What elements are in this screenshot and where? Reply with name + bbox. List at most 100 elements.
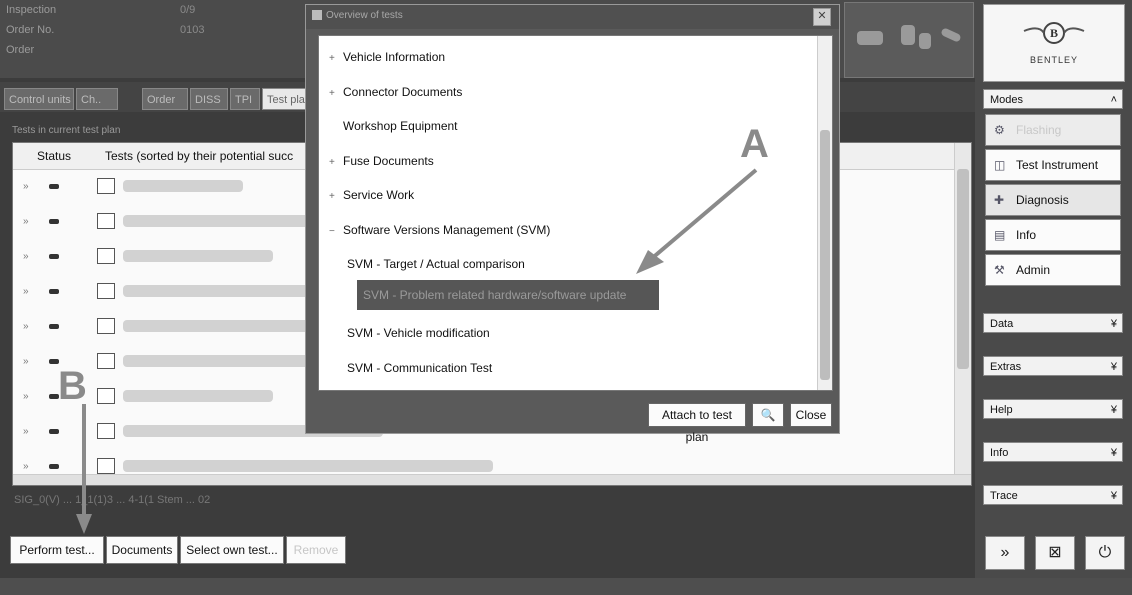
test-checkbox[interactable] (97, 388, 115, 404)
extras-panel-header[interactable]: Extras ¥ (983, 356, 1123, 376)
dialog-close-icon[interactable]: ✕ (813, 8, 831, 26)
perform-test-button[interactable]: Perform test... (10, 536, 104, 564)
data-panel-header[interactable]: Data ¥ (983, 313, 1123, 333)
trace-panel-header[interactable]: Trace ¥ (983, 485, 1123, 505)
row-expand-icon[interactable]: » (23, 286, 29, 297)
test-tree-item[interactable]: + Vehicle Information (329, 50, 445, 64)
admin-icon: ⚒ (994, 263, 1005, 277)
info-panel-header[interactable]: Info ¥ (983, 442, 1123, 462)
attach-to-test-plan-button[interactable]: Attach to test plan (648, 403, 746, 444)
status-indicator-icon (49, 289, 59, 294)
test-tree-item[interactable]: SVM - Vehicle modification (347, 326, 490, 340)
search-button[interactable]: 🔍 (752, 403, 784, 427)
close-button[interactable]: Close (790, 403, 832, 427)
panel-label: Data (990, 318, 1014, 330)
expander-icon[interactable]: + (329, 53, 343, 64)
test-name: M.L. Ready and Doo & Nr (123, 355, 313, 367)
modes-panel-header[interactable]: Modes ˄ (983, 89, 1123, 109)
mode-test-instrument-button[interactable]: ◫ Test Instrument (985, 149, 1121, 181)
table-horizontal-scrollbar[interactable] (13, 474, 971, 485)
column-header-status[interactable]: Status (37, 149, 71, 163)
vehicle-icon (857, 31, 883, 45)
remove-button[interactable]: Remove (286, 536, 346, 564)
expander-icon[interactable]: + (329, 191, 343, 202)
header-label: Order No. (6, 24, 55, 36)
annotation-arrowhead-b (76, 514, 92, 534)
tree-item-label: Service Work (343, 188, 415, 202)
mode-flashing-button[interactable]: ⚙ Flashing (985, 114, 1121, 146)
expander-icon[interactable]: + (329, 157, 343, 168)
row-expand-icon[interactable]: » (23, 356, 29, 367)
mode-label: Diagnosis (1016, 193, 1069, 207)
test-tree-item[interactable]: + Fuse Documents (329, 154, 434, 168)
annotation-a: A (740, 122, 769, 166)
status-line: SIG_0(V) ... 1_1(1)3 ... 4-1(1 Stem ... … (14, 494, 211, 506)
test-checkbox[interactable] (97, 423, 115, 439)
test-checkbox[interactable] (97, 283, 115, 299)
expander-icon[interactable]: − (329, 226, 343, 237)
list-vertical-scrollbar[interactable] (817, 36, 832, 390)
test-checkbox[interactable] (97, 178, 115, 194)
tab-tpi[interactable]: TPI (230, 88, 260, 110)
test-tree-item[interactable]: + Service Work (329, 188, 414, 202)
flash-icon: ⚙ (994, 123, 1005, 137)
row-expand-icon[interactable]: » (23, 321, 29, 332)
test-tree-item[interactable]: SVM - Communication Test (347, 361, 492, 375)
tab-test-plan[interactable]: Test plan (262, 88, 310, 110)
row-expand-icon[interactable]: » (23, 251, 29, 262)
mode-admin-button[interactable]: ⚒ Admin (985, 254, 1121, 286)
row-expand-icon[interactable]: » (23, 216, 29, 227)
row-expand-icon[interactable]: » (23, 391, 29, 402)
tab-order[interactable]: Order (142, 88, 188, 110)
mode-diagnosis-button[interactable]: ✚ Diagnosis (985, 184, 1121, 216)
table-vertical-scrollbar[interactable] (954, 143, 971, 485)
status-indicator-icon (49, 464, 59, 469)
scroll-thumb[interactable] (820, 130, 830, 380)
row-expand-icon[interactable]: » (23, 181, 29, 192)
tree-item-label: SVM - Communication Test (347, 360, 493, 375)
test-checkbox[interactable] (97, 458, 115, 474)
help-panel-header[interactable]: Help ¥ (983, 399, 1123, 419)
header-label: Order (6, 44, 35, 56)
header-value: 0/9 (180, 4, 196, 16)
forward-button[interactable]: » (985, 536, 1025, 570)
status-indicator-icon (49, 324, 59, 329)
cable-icon (940, 27, 962, 43)
dialog-titlebar: Overview of tests ✕ (306, 5, 839, 29)
sidebar: B BENTLEY Modes ˄ ⚙ Flashing ◫ Test Inst… (975, 0, 1132, 578)
test-checkbox[interactable] (97, 213, 115, 229)
test-plan-subtitle: Tests in current test plan (12, 125, 121, 136)
mode-label: Test Instrument (1016, 158, 1099, 172)
mode-info-button[interactable]: ▤ Info (985, 219, 1121, 251)
header-label: Inspection (6, 4, 57, 16)
test-tree-item[interactable]: SVM - Problem related hardware/software … (357, 279, 659, 310)
chevron-down-icon: ¥ (1110, 404, 1117, 416)
documents-button[interactable]: Documents (106, 536, 178, 564)
diagnosis-icon: ✚ (994, 193, 1005, 207)
tree-item-label: Workshop Equipment (343, 119, 458, 133)
power-button[interactable]: ⏻ (1085, 536, 1125, 570)
test-checkbox[interactable] (97, 248, 115, 264)
computer-icon (919, 33, 931, 49)
window-button[interactable]: ⊠ (1035, 536, 1075, 570)
select-own-test-button[interactable]: Select own test... (180, 536, 284, 564)
scroll-thumb[interactable] (957, 169, 969, 369)
row-expand-icon[interactable]: » (23, 426, 29, 437)
expander-icon[interactable]: + (329, 88, 343, 99)
test-tree-list: + Vehicle Information + Connector Documents… (318, 35, 833, 391)
row-expand-icon[interactable]: » (23, 461, 29, 472)
test-tree-item[interactable]: + Connector Documents (329, 85, 462, 99)
tab-diss[interactable]: DISS (190, 88, 228, 110)
tree-item-label: Fuse Documents (343, 153, 434, 168)
tab-control-units[interactable]: Control units (4, 88, 74, 110)
tab-ch[interactable]: Ch.. (76, 88, 118, 110)
test-tree-item[interactable]: Workshop Equipment (329, 119, 458, 133)
forward-icon: » (1000, 544, 1010, 561)
column-header-tests[interactable]: Tests (sorted by their potential succ (105, 149, 293, 163)
test-tree-item[interactable]: SVM - Target / Actual comparison (347, 257, 525, 271)
panel-label: Trace (990, 490, 1018, 502)
test-tree-item[interactable]: − Software Versions Management (SVM) (329, 223, 550, 237)
test-checkbox[interactable] (97, 353, 115, 369)
test-checkbox[interactable] (97, 318, 115, 334)
status-indicator-icon (49, 254, 59, 259)
